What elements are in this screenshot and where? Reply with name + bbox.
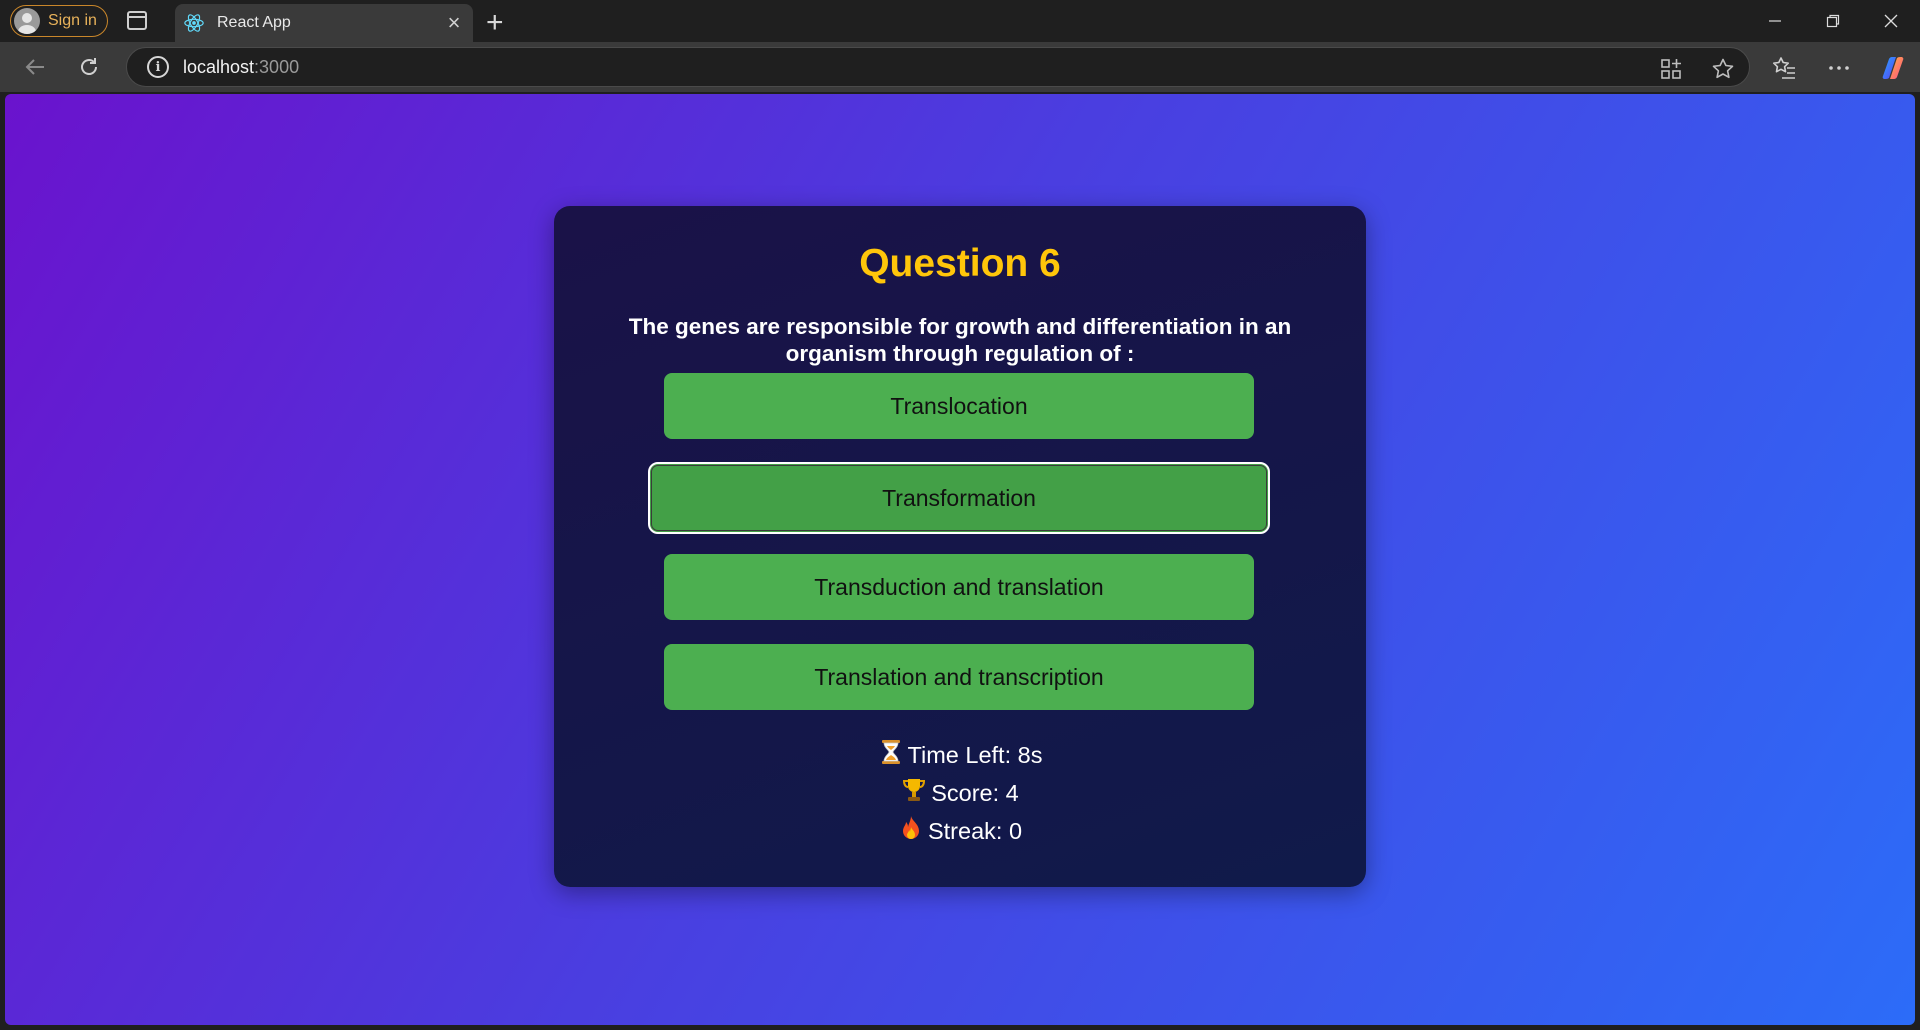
minimize-icon[interactable] [1746,0,1804,42]
react-logo-icon [184,14,204,32]
question-title: Question 6 [859,242,1061,285]
streak-text: Streak: 0 [927,818,1023,844]
hourglass-icon [881,740,900,764]
favorites-list-icon[interactable] [1770,54,1798,82]
more-options-icon[interactable] [1825,54,1853,82]
copilot-icon[interactable] [1879,54,1907,82]
answer-option-2[interactable]: Transformation [648,462,1270,534]
site-info-icon[interactable]: i [147,56,169,78]
tab-title: React App [217,14,291,31]
answer-option-3[interactable]: Transduction and translation [664,554,1254,620]
answer-option-1[interactable]: Translocation [664,373,1254,439]
quiz-card: Question 6 The genes are responsible for… [554,206,1366,887]
url-text: localhost:3000 [183,56,300,77]
time-left-stat: Time Left: 8s [554,739,1366,769]
sign-in-button[interactable]: Sign in [10,5,108,37]
sign-in-label: Sign in [48,12,97,29]
app-available-icon[interactable] [1659,57,1683,81]
question-text: The genes are responsible for growth and… [628,314,1292,366]
favorite-star-icon[interactable] [1711,57,1735,81]
address-bar[interactable]: i localhost:3000 [126,47,1750,87]
page-viewport: Question 6 The genes are responsible for… [5,94,1915,1025]
streak-stat: Streak: 0 [554,815,1366,845]
tab-close-icon[interactable]: × [439,10,469,36]
fire-icon [902,816,919,839]
tab-strip: Sign in React App × + [0,0,1920,42]
score-text: Score: 4 [931,780,1019,806]
time-left-text: Time Left: 8s [907,742,1043,768]
back-arrow-icon[interactable] [20,52,50,82]
close-window-icon[interactable] [1862,0,1920,42]
profile-avatar-icon [14,8,40,34]
browser-toolbar: i localhost:3000 [0,42,1920,92]
restore-icon[interactable] [1804,0,1862,42]
trophy-icon [903,779,926,801]
answer-option-4[interactable]: Translation and transcription [664,644,1254,710]
score-stat: Score: 4 [554,777,1366,807]
new-tab-icon[interactable]: + [486,6,504,40]
browser-tab[interactable]: React App × [175,4,473,42]
tab-actions-icon[interactable] [127,11,147,30]
reload-icon[interactable] [74,52,104,82]
